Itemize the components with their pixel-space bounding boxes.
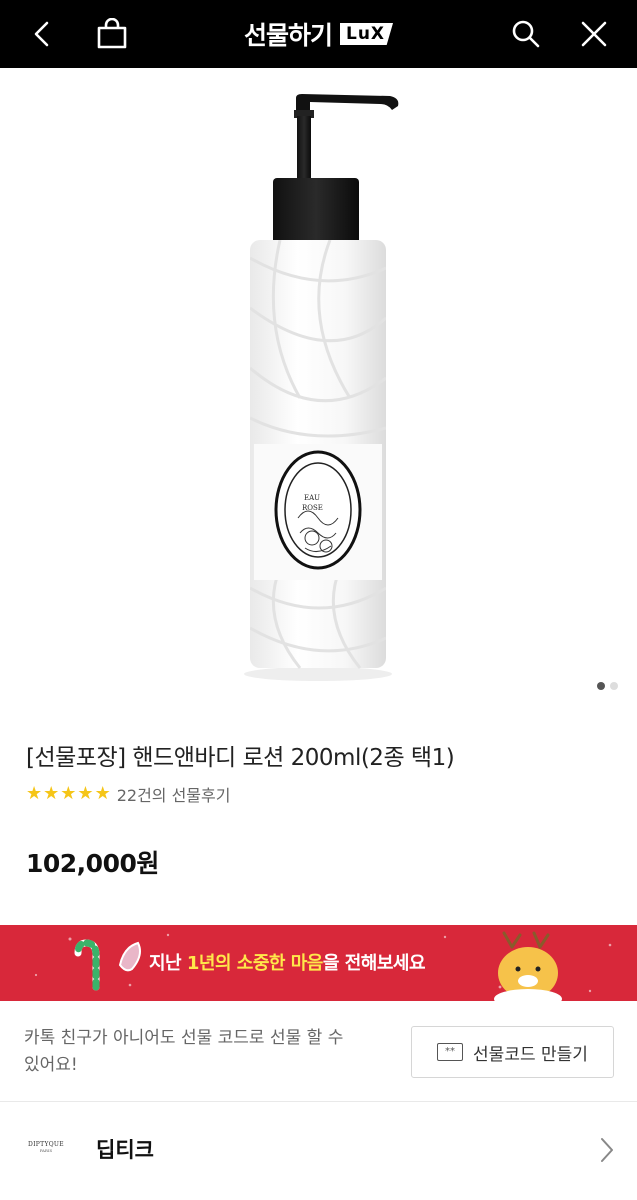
candy-cane-icon (74, 939, 100, 991)
brand-logo-line1: DIPTYQUE (28, 1141, 64, 1148)
star-icon: ★ (26, 783, 43, 804)
brand-logo: DIPTYQUE PARIS (26, 1134, 66, 1160)
brand-row[interactable]: DIPTYQUE PARIS 딥티크 (0, 1102, 637, 1200)
brand-logo-line2: PARIS (39, 1148, 53, 1153)
brand-name: 딥티크 (96, 1138, 154, 1162)
character-illustration (494, 931, 562, 1001)
lux-badge: LuX (339, 23, 394, 45)
chevron-right-icon (599, 1136, 615, 1168)
star-rating: ★ ★ ★ ★ ★ (26, 785, 111, 803)
product-image[interactable]: EAU ROSE (0, 68, 637, 698)
close-icon[interactable] (574, 14, 614, 54)
product-price: 102,000원 (26, 849, 159, 878)
gallery-pagination[interactable] (597, 682, 618, 690)
pagination-dot-2[interactable] (610, 682, 618, 690)
star-icon: ★ (94, 783, 111, 804)
review-count-link[interactable]: 22건의 선물후기 (117, 782, 231, 806)
banner-text: 지난 1년의 소중한 마음을 전해보세요 (149, 949, 426, 975)
gift-code-section: 카톡 친구가 아니어도 선물 코드로 선물 할 수 있어요! ** 선물코드 만… (0, 1001, 637, 1101)
search-icon[interactable] (506, 14, 546, 54)
create-gift-code-label: 선물코드 만들기 (473, 1044, 588, 1065)
banner-text-prefix: 지난 (149, 953, 187, 974)
star-icon: ★ (77, 783, 94, 804)
page-title: 선물하기 (243, 21, 333, 50)
star-icon: ★ (43, 783, 60, 804)
create-gift-code-button[interactable]: ** 선물코드 만들기 (411, 1026, 614, 1078)
promo-banner[interactable]: 지난 1년의 소중한 마음을 전해보세요 (0, 925, 637, 1001)
gift-code-icon: ** (437, 1043, 464, 1061)
gift-code-description: 카톡 친구가 아니어도 선물 코드로 선물 할 수 있어요! (24, 1028, 344, 1075)
label-line-1: EAU (304, 494, 320, 502)
ornament-icon (118, 941, 141, 972)
rating-row[interactable]: ★ ★ ★ ★ ★ 22건의 선물후기 (26, 782, 230, 806)
label-line-2: ROSE (302, 504, 323, 512)
pagination-dot-1[interactable] (597, 682, 605, 690)
product-title: [선물포장] 핸드앤바디 로션 200ml(2종 택1) (26, 745, 455, 771)
lotion-bottle-illustration: EAU ROSE (244, 94, 399, 681)
top-bar: 선물하기 LuX (0, 0, 637, 68)
banner-text-suffix: 을 전해보세요 (322, 953, 426, 974)
banner-text-highlight: 1년의 소중한 마음 (186, 953, 323, 974)
star-icon: ★ (60, 783, 77, 804)
